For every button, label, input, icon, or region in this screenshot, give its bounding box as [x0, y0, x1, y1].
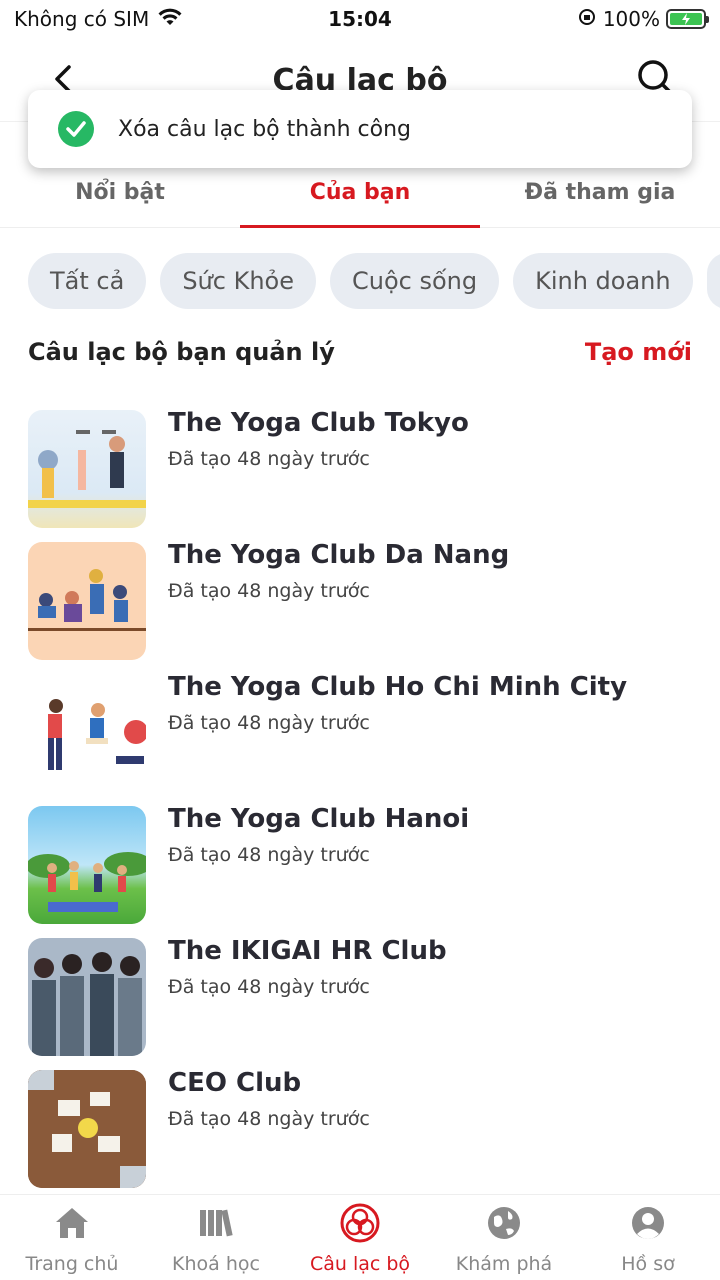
- club-created: Đã tạo 48 ngày trước: [168, 844, 370, 866]
- nav-label: Khám phá: [455, 1253, 553, 1275]
- club-info: CEO Club Đã tạo 48 ngày trước: [168, 1068, 370, 1202]
- club-thumbnail: [28, 674, 146, 792]
- nav-label: Khoá học: [172, 1253, 260, 1275]
- check-circle-icon: [58, 111, 94, 147]
- category-chips: Tất cả Sức Khỏe Cuộc sống Kinh doanh: [28, 253, 720, 309]
- nav-explore[interactable]: Khám phá: [432, 1195, 576, 1280]
- chip-life[interactable]: Cuộc sống: [329, 253, 500, 309]
- club-thumbnail: [28, 938, 146, 1056]
- club-thumbnail: [28, 806, 146, 924]
- club-info: The Yoga Club Tokyo Đã tạo 48 ngày trước: [168, 408, 469, 542]
- club-icon: [340, 1203, 380, 1243]
- list-item[interactable]: The Yoga Club Hanoi Đã tạo 48 ngày trước: [28, 804, 692, 938]
- club-created: Đã tạo 48 ngày trước: [168, 712, 370, 734]
- club-name: The Yoga Club Tokyo: [168, 408, 469, 438]
- section-title: Câu lạc bộ bạn quản lý: [28, 338, 335, 366]
- club-name: The Yoga Club Hanoi: [168, 804, 470, 834]
- club-thumbnail: [28, 410, 146, 528]
- club-info: The IKIGAI HR Club Đã tạo 48 ngày trước: [168, 936, 447, 1070]
- status-bar: Không có SIM 15:04 100%: [0, 0, 720, 38]
- chip-more[interactable]: [706, 253, 720, 309]
- club-name: The Yoga Club Ho Chi Minh City: [168, 672, 628, 702]
- list-item[interactable]: CEO Club Đã tạo 48 ngày trước: [28, 1068, 692, 1202]
- club-created: Đã tạo 48 ngày trước: [168, 580, 370, 602]
- club-list: The Yoga Club Tokyo Đã tạo 48 ngày trước…: [28, 408, 692, 1202]
- club-created: Đã tạo 48 ngày trước: [168, 976, 370, 998]
- club-info: The Yoga Club Da Nang Đã tạo 48 ngày trư…: [168, 540, 510, 674]
- club-name: The Yoga Club Da Nang: [168, 540, 510, 570]
- chip-all[interactable]: Tất cả: [28, 253, 147, 309]
- battery-percent: 100%: [602, 7, 660, 31]
- chip-business[interactable]: Kinh doanh: [513, 253, 693, 309]
- club-name: CEO Club: [168, 1068, 302, 1098]
- nav-profile[interactable]: Hồ sơ: [576, 1195, 720, 1280]
- club-thumbnail: [28, 1070, 146, 1188]
- list-item[interactable]: The Yoga Club Ho Chi Minh City Đã tạo 48…: [28, 672, 692, 806]
- nav-home[interactable]: Trang chủ: [0, 1195, 144, 1280]
- success-toast: Xóa câu lạc bộ thành công: [28, 90, 692, 168]
- battery-fill: [670, 13, 702, 25]
- nav-label: Câu lạc bộ: [309, 1253, 411, 1275]
- wifi-icon: [157, 7, 183, 32]
- club-created: Đã tạo 48 ngày trước: [168, 448, 370, 470]
- chevron-left-icon: [55, 65, 71, 93]
- chip-health[interactable]: Sức Khỏe: [160, 253, 316, 309]
- club-name: The IKIGAI HR Club: [168, 936, 447, 966]
- toast-message: Xóa câu lạc bộ thành công: [118, 116, 412, 142]
- nav-clubs[interactable]: Câu lạc bộ: [288, 1195, 432, 1280]
- nav-label: Trang chủ: [25, 1253, 119, 1275]
- list-item[interactable]: The Yoga Club Tokyo Đã tạo 48 ngày trước: [28, 408, 692, 542]
- list-item[interactable]: The IKIGAI HR Club Đã tạo 48 ngày trước: [28, 936, 692, 1070]
- bottom-nav: Trang chủ Khoá học Câu lạc bộ Khám phá H…: [0, 1194, 720, 1280]
- nav-label: Hồ sơ: [621, 1253, 675, 1275]
- globe-icon: [484, 1203, 524, 1243]
- profile-icon: [628, 1203, 668, 1243]
- club-info: The Yoga Club Hanoi Đã tạo 48 ngày trước: [168, 804, 470, 938]
- section-header: Câu lạc bộ bạn quản lý Tạo mới: [28, 332, 692, 372]
- club-info: The Yoga Club Ho Chi Minh City Đã tạo 48…: [168, 672, 628, 806]
- create-new-button[interactable]: Tạo mới: [585, 338, 692, 366]
- club-thumbnail: [28, 542, 146, 660]
- carrier-text: Không có SIM: [14, 7, 150, 31]
- home-icon: [52, 1203, 92, 1243]
- nav-courses[interactable]: Khoá học: [144, 1195, 288, 1280]
- status-left: Không có SIM: [14, 7, 183, 32]
- club-created: Đã tạo 48 ngày trước: [168, 1108, 370, 1130]
- battery-icon: [666, 9, 709, 29]
- list-item[interactable]: The Yoga Club Da Nang Đã tạo 48 ngày trư…: [28, 540, 692, 674]
- orientation-lock-icon: [577, 7, 597, 32]
- status-right: 100%: [577, 7, 709, 32]
- books-icon: [196, 1203, 236, 1243]
